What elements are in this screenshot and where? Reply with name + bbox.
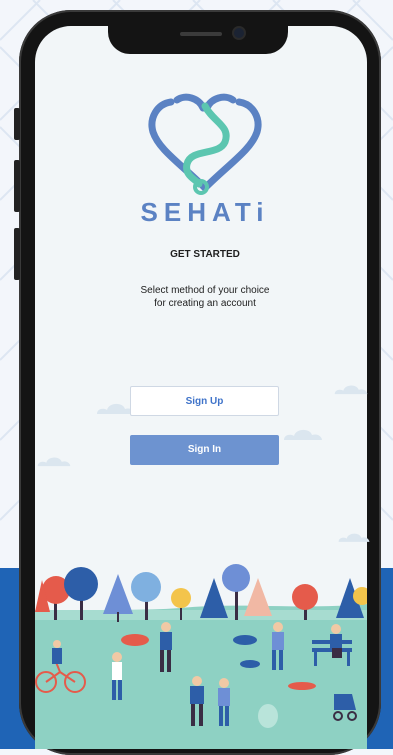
park-people-illustration xyxy=(35,564,367,749)
